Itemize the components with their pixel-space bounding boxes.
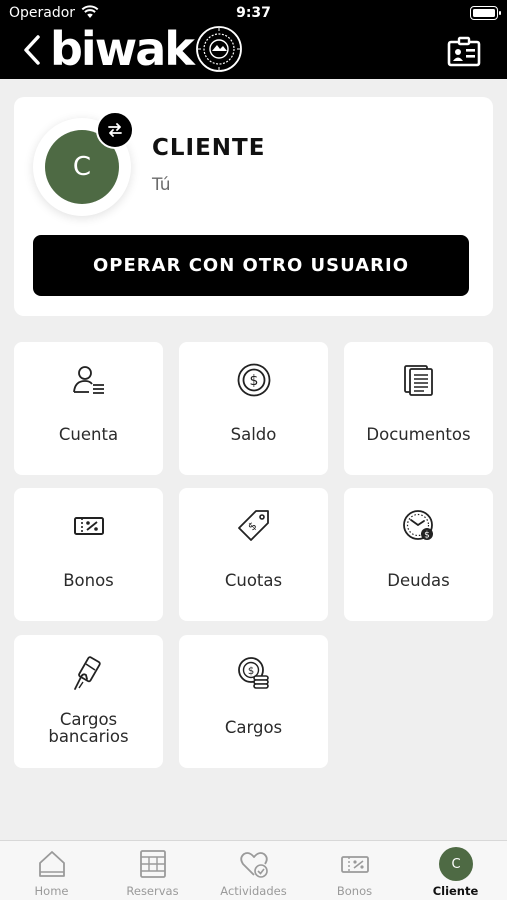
tab-label: Home (34, 884, 69, 898)
tab-label: Cliente (432, 884, 479, 898)
tile-label: Cargos (224, 718, 283, 737)
ticket-percent-icon (341, 856, 369, 873)
calendar-grid-icon (140, 850, 166, 878)
switch-user-button[interactable] (96, 111, 134, 149)
chevron-left-icon[interactable] (20, 33, 46, 67)
svg-text:$: $ (250, 373, 259, 389)
tag-dollar-icon: $ (238, 510, 269, 541)
avatar-initial: C (451, 856, 461, 872)
card-hand-icon (74, 656, 101, 690)
tile-documentos[interactable]: Documentos (344, 342, 493, 475)
tile-label: Deudas (387, 571, 450, 590)
tile-saldo[interactable]: $ Saldo (179, 342, 328, 475)
brand-logo: biwak (50, 22, 243, 76)
battery-icon (470, 6, 501, 20)
tile-cuenta[interactable]: Cuenta (14, 342, 163, 475)
coin-dollar-icon: $ (237, 363, 271, 397)
tab-label: Bonos (336, 884, 373, 898)
clock-coin-icon: $ (403, 510, 433, 541)
tab-label: Actividades (220, 884, 287, 898)
tile-deudas[interactable]: $ Deudas (344, 488, 493, 621)
heart-check-icon (240, 852, 268, 878)
profile-card: C CLIENTE Tú OPERAR CON OTRO USUARIO (14, 97, 493, 316)
tile-cuotas[interactable]: $ Cuotas (179, 488, 328, 621)
svg-text:$: $ (245, 519, 259, 533)
tile-label: Cuotas (224, 571, 283, 590)
tab-bonos[interactable]: Bonos (304, 841, 405, 900)
id-card-icon[interactable] (447, 36, 481, 68)
tile-label-line2: bancarios (48, 727, 129, 746)
user-name: CLIENTE (152, 135, 266, 161)
documents-icon (404, 365, 433, 396)
svg-text:$: $ (424, 531, 430, 541)
status-time: 9:37 (236, 5, 271, 21)
club-seal-icon (195, 26, 242, 72)
svg-text:$: $ (248, 666, 254, 677)
coins-stack-icon: $ (238, 657, 269, 689)
tab-cliente[interactable]: C Cliente (405, 841, 506, 900)
tab-actividades[interactable]: Actividades (203, 841, 304, 900)
user-list-icon (73, 366, 104, 394)
tab-label: Reservas (126, 884, 179, 898)
user-role: Tú (152, 175, 171, 195)
brand-wordmark: biwak (50, 22, 195, 76)
tile-cargos-bancarios[interactable]: Cargos bancarios (14, 635, 163, 768)
tile-cargos[interactable]: $ Cargos (179, 635, 328, 768)
home-icon (39, 851, 65, 877)
app-header: Operador 9:37 biwak (0, 0, 507, 79)
bottom-tab-bar: Home Reservas Actividades Bonos C Client… (0, 840, 507, 900)
tile-bonos[interactable]: Bonos (14, 488, 163, 621)
tab-home[interactable]: Home (1, 841, 102, 900)
tile-label: Documentos (366, 425, 471, 444)
swap-arrows-icon (108, 123, 122, 137)
ticket-percent-icon (74, 517, 104, 535)
operate-other-user-button[interactable]: OPERAR CON OTRO USUARIO (33, 235, 469, 296)
avatar: C (439, 847, 473, 881)
tab-reservas[interactable]: Reservas (102, 841, 203, 900)
tile-label: Bonos (63, 571, 114, 590)
tile-label: Cuenta (58, 425, 119, 444)
avatar-initial: C (72, 152, 92, 182)
tile-label: Saldo (230, 425, 277, 444)
